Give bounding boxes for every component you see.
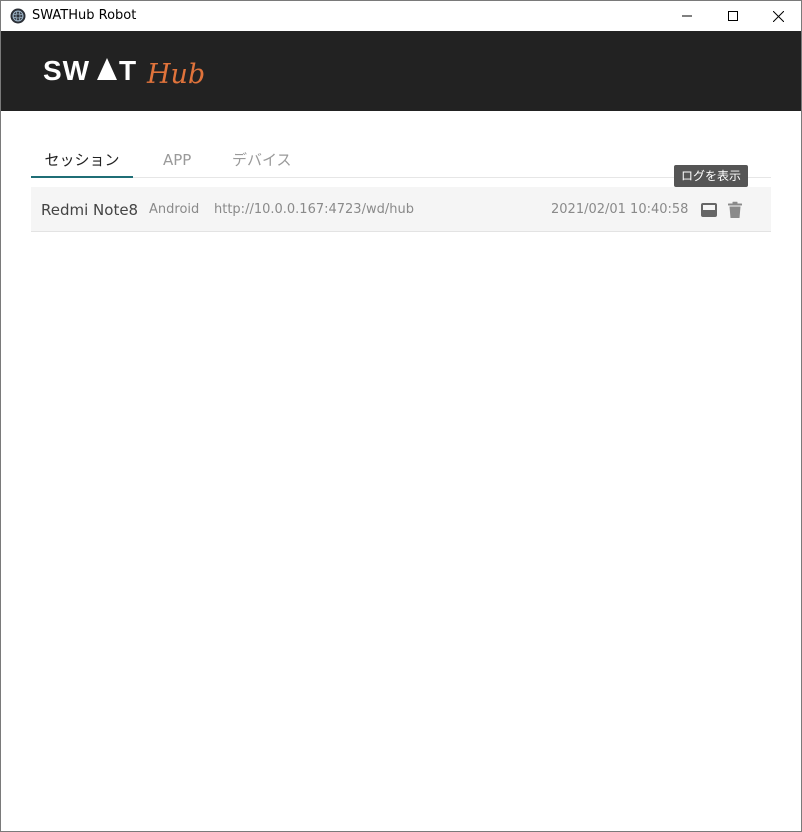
app-header: SW T Hub <box>1 31 801 111</box>
tooltip-show-log: ログを表示 <box>674 165 749 187</box>
logo-accent-text: Hub <box>146 59 205 89</box>
title-bar[interactable]: SWATHub Robot <box>1 1 801 31</box>
tab-app[interactable]: APP <box>163 147 191 176</box>
app-icon <box>10 8 26 24</box>
tab-sessions[interactable]: セッション <box>31 147 133 178</box>
minimize-icon <box>682 15 692 17</box>
tab-devices[interactable]: デバイス <box>232 147 292 176</box>
minimize-button[interactable] <box>664 1 710 31</box>
session-device-name: Redmi Note8 <box>41 201 139 219</box>
trash-icon[interactable] <box>726 201 744 219</box>
close-button[interactable] <box>755 1 801 31</box>
session-platform: Android <box>149 202 200 217</box>
session-timestamp: 2021/02/01 10:40:58 <box>551 202 689 217</box>
tab-bar: セッション APP デバイス <box>31 147 771 178</box>
session-url: http://10.0.0.167:4723/wd/hub <box>214 202 414 217</box>
svg-text:SW: SW <box>43 55 90 86</box>
close-icon <box>772 10 784 22</box>
session-row[interactable]: Redmi Note8 Android http://10.0.0.167:47… <box>31 187 771 232</box>
maximize-icon <box>728 11 738 21</box>
window-title: SWATHub Robot <box>32 8 137 23</box>
log-icon[interactable] <box>700 201 718 219</box>
svg-text:T: T <box>119 55 136 86</box>
app-window: SWATHub Robot SW T Hub セッション APP デバイス Re… <box>0 0 802 832</box>
maximize-button[interactable] <box>710 1 756 31</box>
swathub-logo: SW T Hub <box>43 55 205 89</box>
